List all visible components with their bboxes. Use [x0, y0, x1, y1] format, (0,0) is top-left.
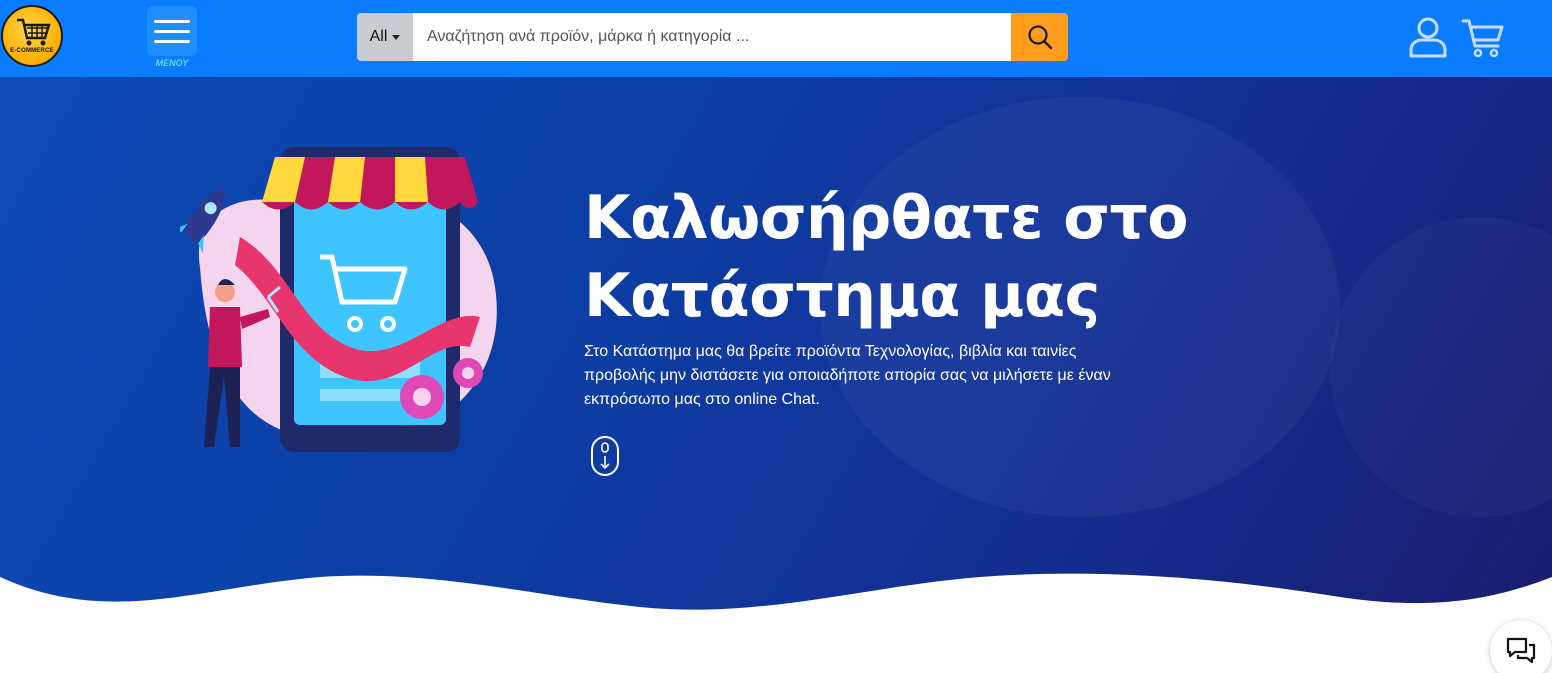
- cart-icon: [1461, 19, 1504, 58]
- search-category-dropdown[interactable]: All: [357, 13, 413, 61]
- logo-text: E-COMMERCE: [10, 48, 54, 54]
- mouse-scroll-icon: [591, 436, 619, 476]
- chat-button[interactable]: [1490, 620, 1552, 673]
- shopping-cart-logo-icon: [17, 18, 51, 46]
- cart-button[interactable]: [1461, 18, 1505, 63]
- logo[interactable]: E-COMMERCE: [1, 5, 63, 67]
- search-input[interactable]: [413, 13, 1011, 61]
- scroll-down-button[interactable]: [590, 435, 620, 482]
- hero-wave-divider: [0, 573, 1552, 673]
- menu-label: ΜΕΝΟΥ: [155, 58, 189, 68]
- shop-opening-illustration: [180, 147, 497, 452]
- menu-button[interactable]: [147, 6, 197, 56]
- chat-bubbles-icon: [1506, 637, 1536, 664]
- menu-icon: [154, 20, 190, 23]
- user-icon: [1409, 17, 1447, 58]
- search-bar: All: [357, 13, 1068, 61]
- search-icon: [1027, 25, 1052, 50]
- search-category-label: All: [369, 28, 388, 45]
- hero-description: Στο Κατάστημα μας θα βρείτε προϊόντα Τεχ…: [584, 343, 1111, 408]
- hero-title: Καλωσήρθατε στο Κατάστημα μας: [584, 183, 1188, 331]
- caret-down-icon: [392, 34, 401, 40]
- hero-section: Καλωσήρθατε στο Κατάστημα μας Στο Κατάστ…: [0, 77, 1552, 673]
- navbar: E-COMMERCE ΜΕΝΟΥ All: [0, 0, 1552, 77]
- search-button[interactable]: [1011, 13, 1068, 61]
- user-account-button[interactable]: [1408, 16, 1448, 63]
